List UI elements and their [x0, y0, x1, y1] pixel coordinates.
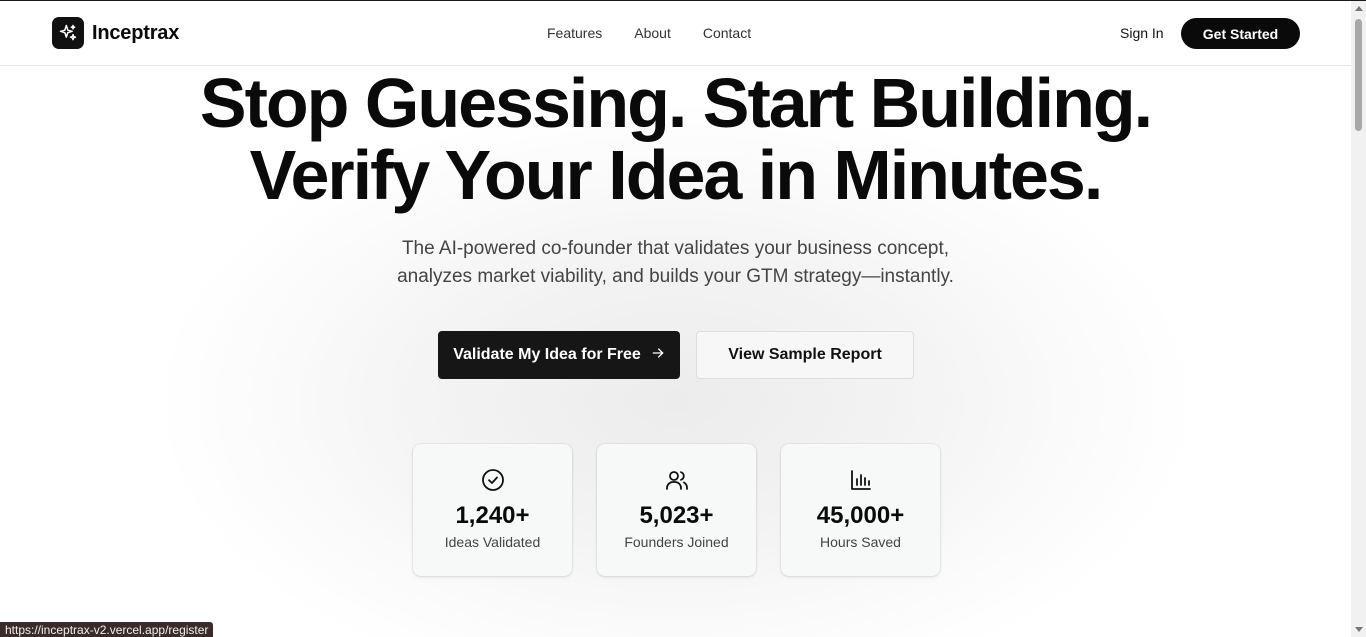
- bar-chart-icon: [849, 468, 873, 492]
- scroll-up-arrow-icon[interactable]: [1355, 6, 1363, 11]
- sign-in-link[interactable]: Sign In: [1120, 25, 1164, 41]
- validate-idea-button[interactable]: Validate My Idea for Free: [438, 331, 680, 379]
- arrow-right-icon: [651, 346, 665, 365]
- scrollbar-thumb[interactable]: [1355, 19, 1362, 131]
- stat-label: Hours Saved: [820, 534, 901, 550]
- site-header: Inceptrax Features About Contact Sign In…: [0, 1, 1351, 66]
- stat-value: 45,000+: [816, 502, 905, 529]
- nav-link-about[interactable]: About: [634, 25, 671, 41]
- stat-value: 5,023+: [639, 502, 714, 529]
- get-started-button[interactable]: Get Started: [1181, 18, 1300, 49]
- stat-card-ideas: 1,240+ Ideas Validated: [413, 444, 572, 576]
- stat-card-hours: 45,000+ Hours Saved: [781, 444, 940, 576]
- stat-label: Founders Joined: [624, 534, 729, 550]
- status-bar-url: https://inceptrax-v2.vercel.app/register: [0, 622, 214, 637]
- sparkle-icon: [52, 17, 84, 49]
- brand-name: Inceptrax: [92, 21, 180, 44]
- stat-label: Ideas Validated: [444, 534, 541, 550]
- hero-subtitle: The AI-powered co-founder that validates…: [0, 235, 1351, 291]
- nav-link-features[interactable]: Features: [547, 25, 602, 41]
- page-background: Inceptrax Features About Contact Sign In…: [0, 1, 1351, 637]
- hero-title: Stop Guessing. Start Building. Verify Yo…: [0, 67, 1351, 211]
- page-scrollbar[interactable]: [1351, 1, 1366, 637]
- hero-title-line-2: Verify Your Idea in Minutes.: [249, 136, 1104, 214]
- hero-title-line-1: Stop Guessing. Start Building.: [199, 64, 1153, 142]
- brand-logo[interactable]: Inceptrax: [52, 17, 179, 49]
- view-sample-report-button[interactable]: View Sample Report: [696, 331, 914, 379]
- nav-link-contact[interactable]: Contact: [703, 25, 751, 41]
- users-icon: [665, 468, 689, 492]
- stat-value: 1,240+: [455, 502, 530, 529]
- scroll-down-arrow-icon[interactable]: [1355, 627, 1363, 632]
- validate-idea-label: Validate My Idea for Free: [453, 346, 641, 363]
- check-circle-icon: [481, 468, 505, 492]
- hero-subtitle-line-2: analyzes market viability, and builds yo…: [397, 266, 954, 287]
- stat-card-founders: 5,023+ Founders Joined: [597, 444, 756, 576]
- hero-subtitle-line-1: The AI-powered co-founder that validates…: [401, 238, 950, 259]
- main-nav: Features About Contact: [547, 25, 783, 41]
